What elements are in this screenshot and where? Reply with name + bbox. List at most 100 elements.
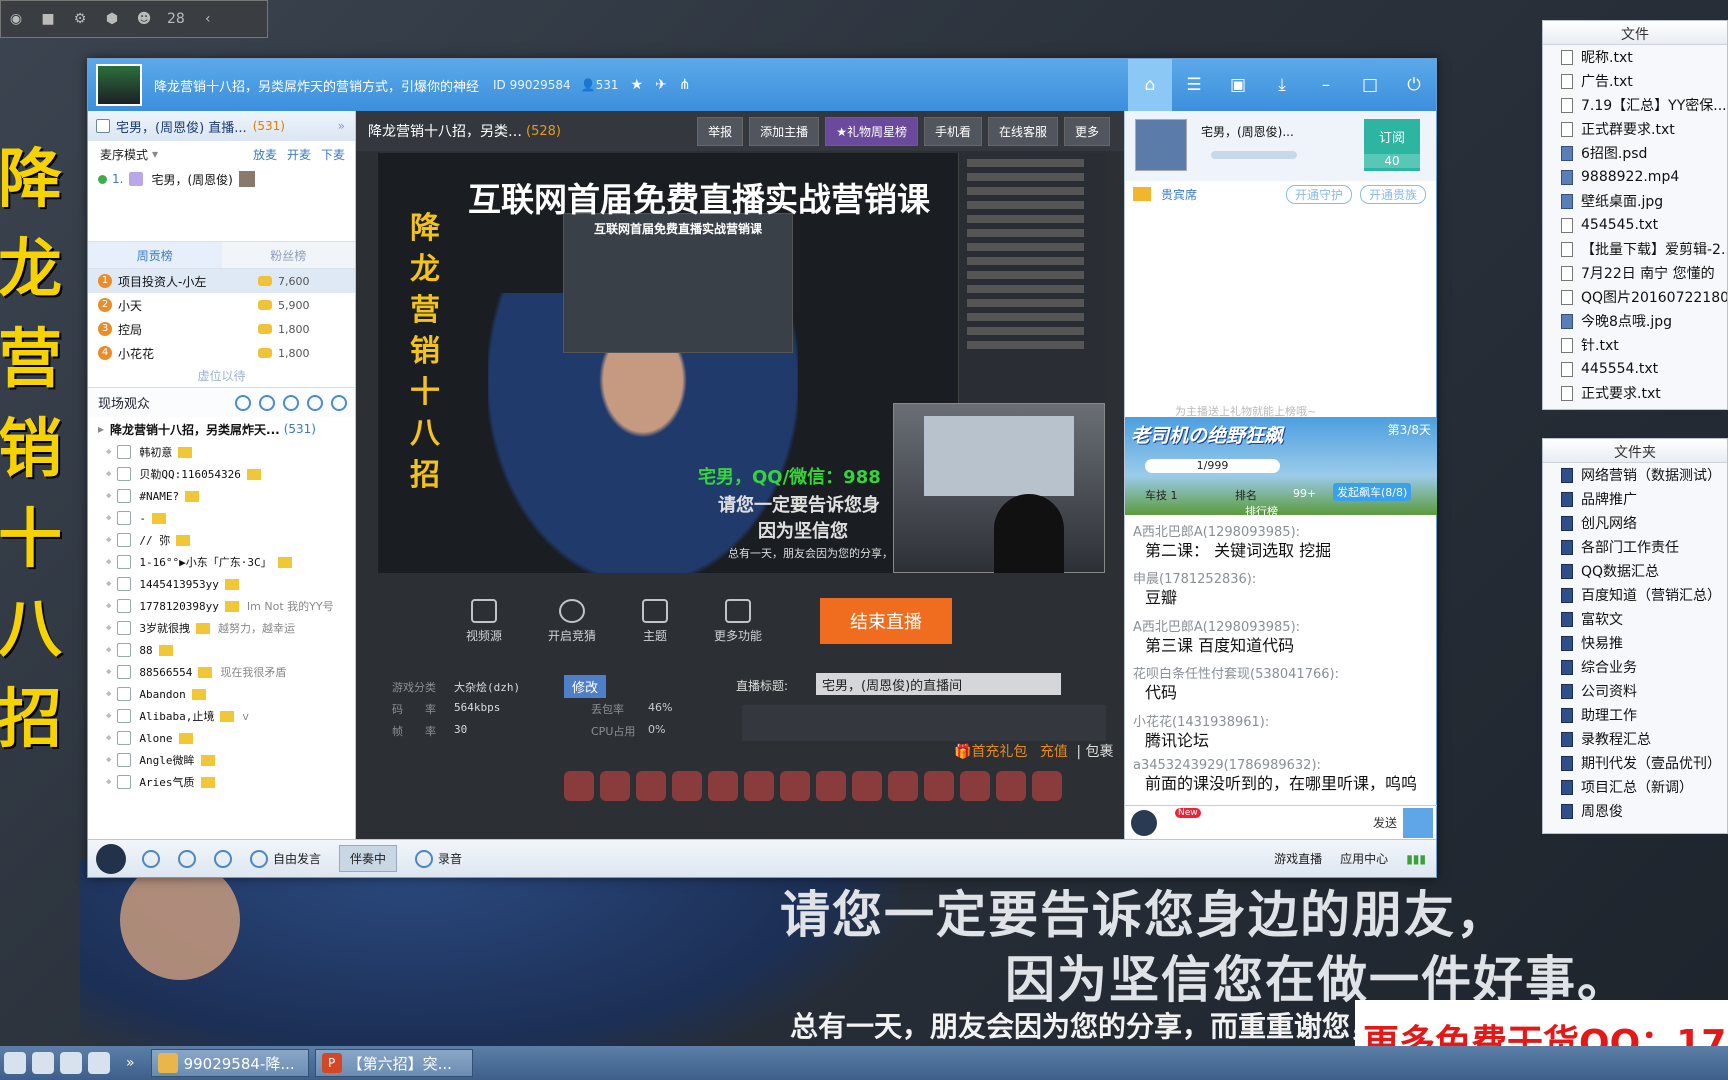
free-speak-button[interactable]: 自由发言 — [250, 849, 321, 868]
users-icon[interactable] — [259, 394, 275, 411]
audience-row[interactable]: ◆ 88 — [88, 639, 355, 661]
gear-icon[interactable]: ⚙ — [71, 11, 89, 27]
recorder-icon[interactable]: ◉ — [7, 11, 25, 27]
audience-row[interactable]: ◆ 3岁就很拽 越努力，越幸运 — [88, 617, 355, 639]
audience-row[interactable]: ◆ #NAME? — [88, 485, 355, 507]
open-mic-link[interactable]: 开麦 — [287, 146, 311, 163]
recharge-link[interactable]: 充值 — [1040, 744, 1068, 760]
gift-icon[interactable] — [744, 771, 774, 801]
mobile-view-button[interactable]: 手机看 — [923, 116, 982, 146]
audience-row[interactable]: ◆ Angle微眸 — [88, 749, 355, 771]
video-preview[interactable]: 互联网首届免费直播实战营销课 互联网首届免费直播实战营销课 降 龙 营 销 十 … — [378, 153, 1105, 573]
taskbar-item-yy[interactable]: 99029584-降... — [150, 1049, 309, 1077]
desktop-file[interactable]: 正式群要求.txt — [1543, 117, 1727, 141]
gift-icon[interactable] — [924, 771, 954, 801]
channel-header[interactable]: 宅男，(周恩俊) 直播... (531) » — [88, 111, 355, 141]
audience-row[interactable]: ◆ - — [88, 507, 355, 529]
open-noble-button[interactable]: 开通贵族 — [1359, 184, 1426, 204]
desktop-file[interactable]: 7月22日 南宁 您懂的 — [1543, 261, 1727, 285]
desktop-folder[interactable]: 快易推 — [1543, 631, 1727, 655]
race-button[interactable]: 发起飙车(8/8) — [1333, 483, 1412, 501]
desktop-file[interactable]: 正式要求.txt — [1543, 381, 1727, 405]
more-button[interactable]: 更多 — [1063, 116, 1110, 146]
gift-icon[interactable] — [960, 771, 990, 801]
audience-row[interactable]: ◆ Alibaba,止境 v — [88, 705, 355, 727]
desktop-folder[interactable]: 期刊代发（壹品优刊） — [1543, 751, 1727, 775]
rank-row[interactable]: 4 小花花 1,800 — [88, 341, 355, 365]
gift-icon[interactable] — [600, 771, 630, 801]
taskbar-item-ppt[interactable]: P 【第六招】突... — [314, 1049, 473, 1077]
desktop-file[interactable]: 今晚8点哦.jpg — [1543, 309, 1727, 333]
pack-link[interactable]: 包裹 — [1086, 744, 1114, 760]
download-icon[interactable]: ⤓ — [1260, 59, 1304, 111]
more-functions-control[interactable]: 更多功能 — [714, 598, 762, 644]
audience-row[interactable]: ◆ 1-16°°▶小东「广东·3C」 — [88, 551, 355, 573]
maximize-icon[interactable]: □ — [1348, 59, 1392, 111]
desktop-folder[interactable]: 综合业务 — [1543, 655, 1727, 679]
gift-icon[interactable] — [816, 771, 846, 801]
gift-icon[interactable] — [996, 771, 1026, 801]
chat-user[interactable]: a3453243929(1786989632): — [1133, 758, 1437, 773]
chevron-down-icon[interactable]: ▾ — [152, 147, 158, 161]
desktop-folder[interactable]: 品牌推广 — [1543, 487, 1727, 511]
home-icon[interactable]: ⌂ — [1128, 59, 1172, 111]
tab-weekly-contribution[interactable]: 周贡榜 — [88, 242, 222, 268]
desktop-folder[interactable]: 创凡网络 — [1543, 511, 1727, 535]
audience-row[interactable]: ◆ 1778120398yy Im Not 我的YY号 — [88, 595, 355, 617]
minimize-icon[interactable]: – — [1304, 59, 1348, 111]
expand-icon[interactable]: » — [338, 119, 345, 133]
game-icon[interactable]: ▣ — [1216, 59, 1260, 111]
desktop-file[interactable]: 6招图.psd — [1543, 141, 1727, 165]
chat-user[interactable]: 花呗白条任性付套现(538041766): — [1133, 663, 1437, 682]
desktop-folder[interactable]: QQ数据汇总 — [1543, 559, 1727, 583]
add-anchor-button[interactable]: 添加主播 — [749, 116, 820, 146]
audience-row[interactable]: ◆ Aries气质 — [88, 771, 355, 793]
desktop-file[interactable]: 昵称.txt — [1543, 45, 1727, 69]
audience-row[interactable]: ◆ 韩初意 — [88, 441, 355, 463]
game-live-button[interactable]: 游戏直播 — [1274, 850, 1322, 867]
collapse-icon[interactable]: ‹ — [199, 11, 217, 27]
desktop-file[interactable]: 针.txt — [1543, 333, 1727, 357]
audience-group[interactable]: ▸ 降龙营销十八招，另类屌炸天... (531) — [88, 417, 355, 441]
notes-icon[interactable] — [307, 394, 323, 411]
anchor-avatar[interactable] — [1135, 119, 1187, 171]
live-notice-area[interactable] — [742, 705, 1106, 741]
quick-launch-icon[interactable] — [88, 1052, 110, 1074]
user-add-icon[interactable] — [235, 394, 251, 411]
desktop-file[interactable]: 广告.txt — [1543, 69, 1727, 93]
leaderboard-link[interactable]: 排行榜 — [1245, 503, 1278, 515]
quick-launch-icon[interactable] — [60, 1052, 82, 1074]
emoji-new-icon[interactable]: New — [1165, 807, 1201, 832]
desktop-folder[interactable]: 周恩俊 — [1543, 799, 1727, 823]
quiz-control[interactable]: 开启竞猜 — [548, 598, 596, 644]
desktop-folder[interactable]: 公司资料 — [1543, 679, 1727, 703]
chat-bubble-icon[interactable] — [1403, 807, 1433, 838]
drop-mic-link[interactable]: 下麦 — [321, 146, 345, 163]
audience-row[interactable]: ◆ 贝勒QQ:116054326 — [88, 463, 355, 485]
chat-user[interactable]: A西北巴郎A(1298093985): — [1133, 521, 1437, 540]
list-icon[interactable]: ☰ — [1172, 59, 1216, 111]
audience-row[interactable]: ◆ Abandon — [88, 683, 355, 705]
rank-row[interactable]: 2 小天 5,900 — [88, 293, 355, 317]
gift-icon[interactable] — [780, 771, 810, 801]
rank-row[interactable]: 3 控局 1,800 — [88, 317, 355, 341]
speaker-icon[interactable] — [142, 849, 160, 868]
desktop-file[interactable]: 壁纸桌面.jpg — [1543, 189, 1727, 213]
gift-icon[interactable] — [636, 771, 666, 801]
report-button[interactable]: 举报 — [697, 116, 744, 146]
desktop-folder[interactable]: 百度知道（营销汇总） — [1543, 583, 1727, 607]
desktop-file[interactable]: 【批量下载】爱剪辑-2... — [1543, 237, 1727, 261]
accompany-button[interactable]: 伴奏中 — [339, 845, 398, 872]
mixer-icon[interactable] — [214, 849, 232, 868]
plane-icon[interactable]: ✈ — [655, 77, 667, 93]
live-title-input[interactable]: 宅男，(周恩俊)的直播间 — [816, 673, 1061, 695]
box-icon[interactable]: ⬢ — [103, 11, 121, 27]
audience-row[interactable]: ◆ 88566554 现在我很矛盾 — [88, 661, 355, 683]
promo-banner[interactable]: 老司机の绝野狂飙 第3/8天 1/999 车技 1 排名 99+ 发起飙车(8/… — [1125, 417, 1437, 515]
camera-icon[interactable]: ■ — [39, 11, 57, 27]
subscribe-button[interactable]: 订阅 40 — [1364, 119, 1420, 171]
chat-user[interactable]: 申晨(1781252836): — [1133, 568, 1437, 587]
search-icon[interactable] — [331, 394, 347, 411]
quick-launch-icon[interactable] — [4, 1052, 26, 1074]
gift-icon[interactable] — [852, 771, 882, 801]
